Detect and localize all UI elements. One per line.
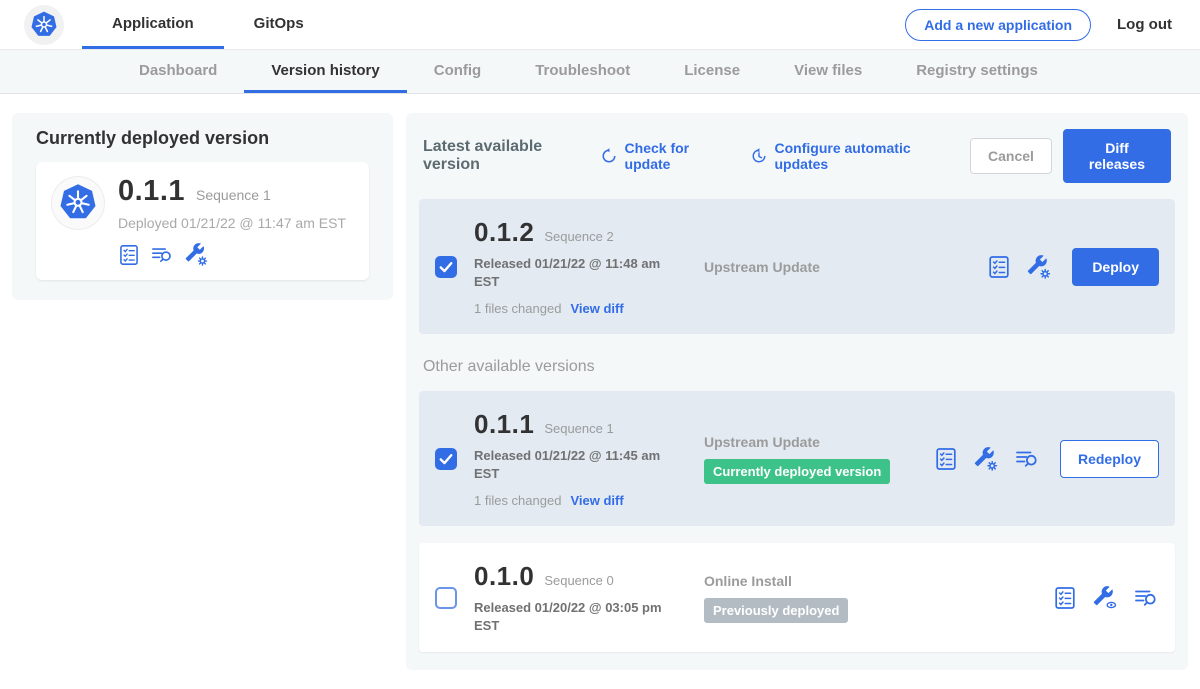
subnav-view-files[interactable]: View files <box>767 50 889 93</box>
main-content: Currently deployed version 0.1.1 Sequenc… <box>0 94 1200 689</box>
subnav-dashboard[interactable]: Dashboard <box>112 50 244 93</box>
redeploy-button[interactable]: Redeploy <box>1060 440 1159 478</box>
version-number: 0.1.2 <box>474 217 534 248</box>
sequence-label: Sequence 2 <box>544 229 613 244</box>
subnav-version-history[interactable]: Version history <box>244 50 406 93</box>
released-timestamp: Released 01/20/22 @ 03:05 pm EST <box>474 599 674 634</box>
configure-automatic-updates-label: Configure automatic updates <box>775 140 945 172</box>
release-notes-search-icon[interactable] <box>1014 447 1040 471</box>
edit-config-wrench-gear-icon[interactable] <box>184 242 209 267</box>
refresh-icon <box>600 147 618 165</box>
subnav-license[interactable]: License <box>657 50 767 93</box>
previously-deployed-badge: Previously deployed <box>704 598 848 623</box>
cancel-button[interactable]: Cancel <box>970 138 1052 174</box>
top-nav: Application GitOps <box>82 0 334 49</box>
check-for-update-link[interactable]: Check for update <box>600 140 724 172</box>
version-number: 0.1.0 <box>474 561 534 592</box>
spacer <box>419 526 1175 543</box>
preflight-checklist-icon[interactable] <box>987 255 1011 279</box>
top-bar-right: Add a new application Log out <box>905 0 1200 49</box>
subnav-registry-settings[interactable]: Registry settings <box>889 50 1065 93</box>
sequence-label: Sequence 0 <box>544 573 613 588</box>
currently-deployed-badge: Currently deployed version <box>704 459 890 484</box>
preflight-checklist-icon[interactable] <box>1053 586 1077 610</box>
preflight-checklist-icon[interactable] <box>934 447 958 471</box>
latest-version-header: Latest available version Check for updat… <box>423 129 1171 183</box>
currently-deployed-panel: Currently deployed version 0.1.1 Sequenc… <box>12 113 393 300</box>
other-versions-title: Other available versions <box>423 358 1171 376</box>
subnav-config[interactable]: Config <box>407 50 508 93</box>
top-bar: Application GitOps Add a new application… <box>0 0 1200 50</box>
version-checkbox[interactable] <box>435 448 457 470</box>
add-new-application-button[interactable]: Add a new application <box>905 9 1091 41</box>
edit-config-wrench-gear-icon[interactable] <box>1026 254 1052 280</box>
released-timestamp: Released 01/21/22 @ 11:48 am EST <box>474 255 674 290</box>
deploy-button[interactable]: Deploy <box>1072 248 1159 286</box>
view-diff-link[interactable]: View diff <box>570 301 623 316</box>
currently-deployed-title: Currently deployed version <box>36 128 369 149</box>
view-config-wrench-eye-icon[interactable] <box>1092 585 1118 611</box>
edit-config-wrench-gear-icon[interactable] <box>973 446 999 472</box>
preflight-checklist-icon[interactable] <box>118 244 140 266</box>
version-source-label: Upstream Update <box>704 259 934 275</box>
check-for-update-label: Check for update <box>625 140 724 172</box>
version-checkbox[interactable] <box>435 587 457 609</box>
kubernetes-app-icon <box>52 177 104 229</box>
deployed-sequence-label: Sequence 1 <box>196 187 271 203</box>
app-sub-nav: Dashboard Version history Config Trouble… <box>0 50 1200 94</box>
kubernetes-logo-icon <box>24 5 64 45</box>
subnav-troubleshoot[interactable]: Troubleshoot <box>508 50 657 93</box>
files-changed-label: 1 files changed <box>474 493 561 508</box>
auto-update-clock-icon <box>750 147 768 165</box>
latest-version-title: Latest available version <box>423 138 584 174</box>
release-notes-search-icon[interactable] <box>150 244 174 266</box>
version-checkbox[interactable] <box>435 256 457 278</box>
files-changed-label: 1 files changed <box>474 301 561 316</box>
deployed-version-number: 0.1.1 <box>118 175 185 208</box>
deployed-timestamp: Deployed 01/21/22 @ 11:47 am EST <box>118 215 346 231</box>
tab-application[interactable]: Application <box>82 0 224 49</box>
logout-button[interactable]: Log out <box>1091 16 1200 33</box>
sequence-label: Sequence 1 <box>544 421 613 436</box>
view-diff-link[interactable]: View diff <box>570 493 623 508</box>
version-row-0-1-1: 0.1.1 Sequence 1 Released 01/21/22 @ 11:… <box>419 391 1175 526</box>
version-number: 0.1.1 <box>474 409 534 440</box>
released-timestamp: Released 01/21/22 @ 11:45 am EST <box>474 447 674 482</box>
deployed-version-card: 0.1.1 Sequence 1 Deployed 01/21/22 @ 11:… <box>36 162 369 280</box>
version-row-0-1-0: 0.1.0 Sequence 0 Released 01/20/22 @ 03:… <box>419 543 1175 652</box>
release-notes-search-icon[interactable] <box>1133 586 1159 610</box>
diff-releases-button[interactable]: Diff releases <box>1063 129 1171 183</box>
version-source-label: Upstream Update <box>704 434 934 450</box>
version-source-label: Online Install <box>704 573 934 589</box>
version-row-0-1-2: 0.1.2 Sequence 2 Released 01/21/22 @ 11:… <box>419 199 1175 334</box>
tab-gitops[interactable]: GitOps <box>224 0 334 49</box>
app-logo <box>0 0 82 49</box>
available-versions-panel: Latest available version Check for updat… <box>406 113 1188 670</box>
configure-automatic-updates-link[interactable]: Configure automatic updates <box>750 140 945 172</box>
